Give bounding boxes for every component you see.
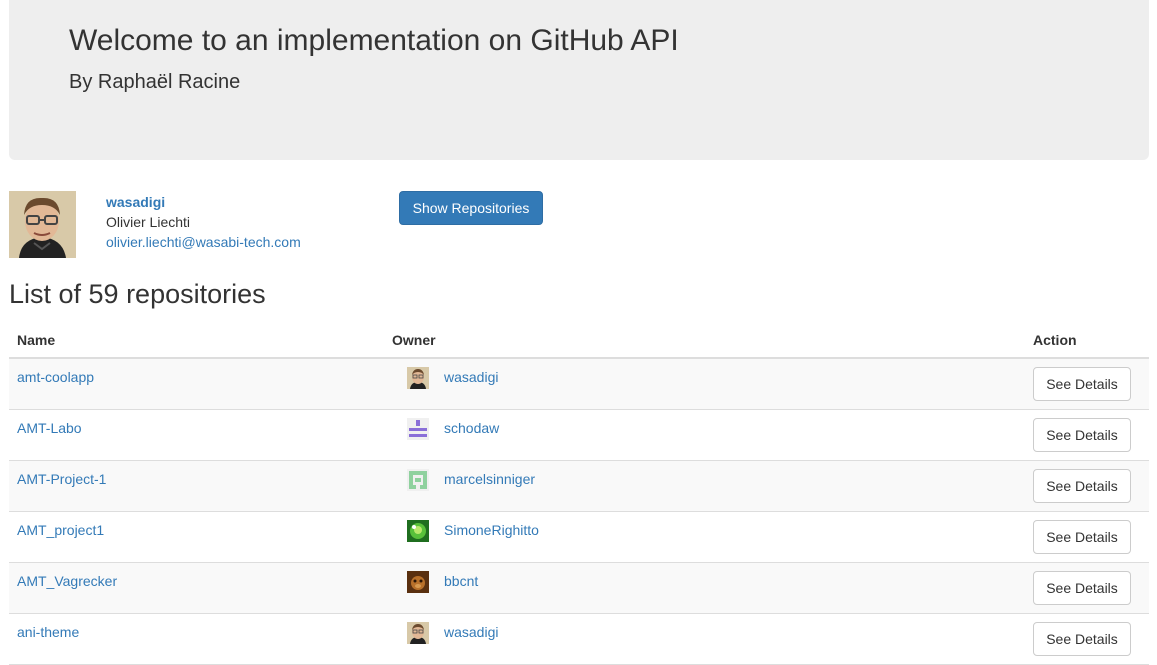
- owner-avatar-icon: [407, 571, 429, 593]
- owner-avatar-icon: [407, 520, 429, 542]
- owner-link[interactable]: SimoneRighitto: [444, 522, 539, 538]
- table-row: amt-coolapp wasadigi See Details: [9, 359, 1149, 410]
- see-details-button[interactable]: See Details: [1033, 520, 1131, 554]
- see-details-button[interactable]: See Details: [1033, 571, 1131, 605]
- owner-link[interactable]: wasadigi: [444, 369, 498, 385]
- repo-name-link[interactable]: amt-coolapp: [17, 369, 94, 385]
- repo-name-link[interactable]: AMT-Labo: [17, 420, 82, 436]
- owner-link[interactable]: marcelsinniger: [444, 471, 535, 487]
- repositories-table: Name Owner Action amt-coolapp wasadigi S…: [9, 322, 1149, 665]
- table-row: AMT_Vagrecker bbcnt See Details: [9, 563, 1149, 614]
- user-avatar-icon: [9, 191, 76, 258]
- owner-link[interactable]: bbcnt: [444, 573, 478, 589]
- show-repositories-button[interactable]: Show Repositories: [399, 191, 543, 225]
- jumbotron-header: Welcome to an implementation on GitHub A…: [9, 0, 1149, 160]
- see-details-button[interactable]: See Details: [1033, 418, 1131, 452]
- column-header-action: Action: [1033, 332, 1077, 348]
- owner-avatar-icon: [407, 367, 429, 389]
- owner-link[interactable]: schodaw: [444, 420, 499, 436]
- page-subtitle: By Raphaël Racine: [69, 71, 241, 93]
- user-login-link[interactable]: wasadigi: [106, 192, 301, 212]
- table-row: AMT_project1 SimoneRighitto See Details: [9, 512, 1149, 563]
- user-fullname: Olivier Liechti: [106, 214, 191, 230]
- owner-avatar-icon: [407, 418, 429, 440]
- table-row: AMT-Labo schodaw See Details: [9, 410, 1149, 461]
- owner-link[interactable]: wasadigi: [444, 624, 498, 640]
- repo-name-link[interactable]: AMT-Project-1: [17, 471, 106, 487]
- user-email-link[interactable]: olivier.liechti@wasabi-tech.com: [106, 232, 301, 252]
- repo-name-link[interactable]: AMT_Vagrecker: [17, 573, 117, 589]
- table-header: Name Owner Action: [9, 322, 1149, 359]
- repo-name-link[interactable]: AMT_project1: [17, 522, 104, 538]
- table-row: AMT-Project-1 marcelsinniger See Details: [9, 461, 1149, 512]
- page-title: Welcome to an implementation on GitHub A…: [69, 24, 679, 57]
- repositories-list-title: List of 59 repositories: [9, 279, 266, 309]
- table-row: ani-theme wasadigi See Details: [9, 614, 1149, 665]
- see-details-button[interactable]: See Details: [1033, 469, 1131, 503]
- see-details-button[interactable]: See Details: [1033, 367, 1131, 401]
- column-header-name: Name: [17, 332, 56, 348]
- owner-avatar-icon: [407, 622, 429, 644]
- column-header-owner: Owner: [392, 332, 436, 348]
- owner-avatar-icon: [407, 469, 429, 491]
- see-details-button[interactable]: See Details: [1033, 622, 1131, 656]
- repo-name-link[interactable]: ani-theme: [17, 624, 79, 640]
- user-info: wasadigi Olivier Liechti olivier.liechti…: [106, 192, 301, 252]
